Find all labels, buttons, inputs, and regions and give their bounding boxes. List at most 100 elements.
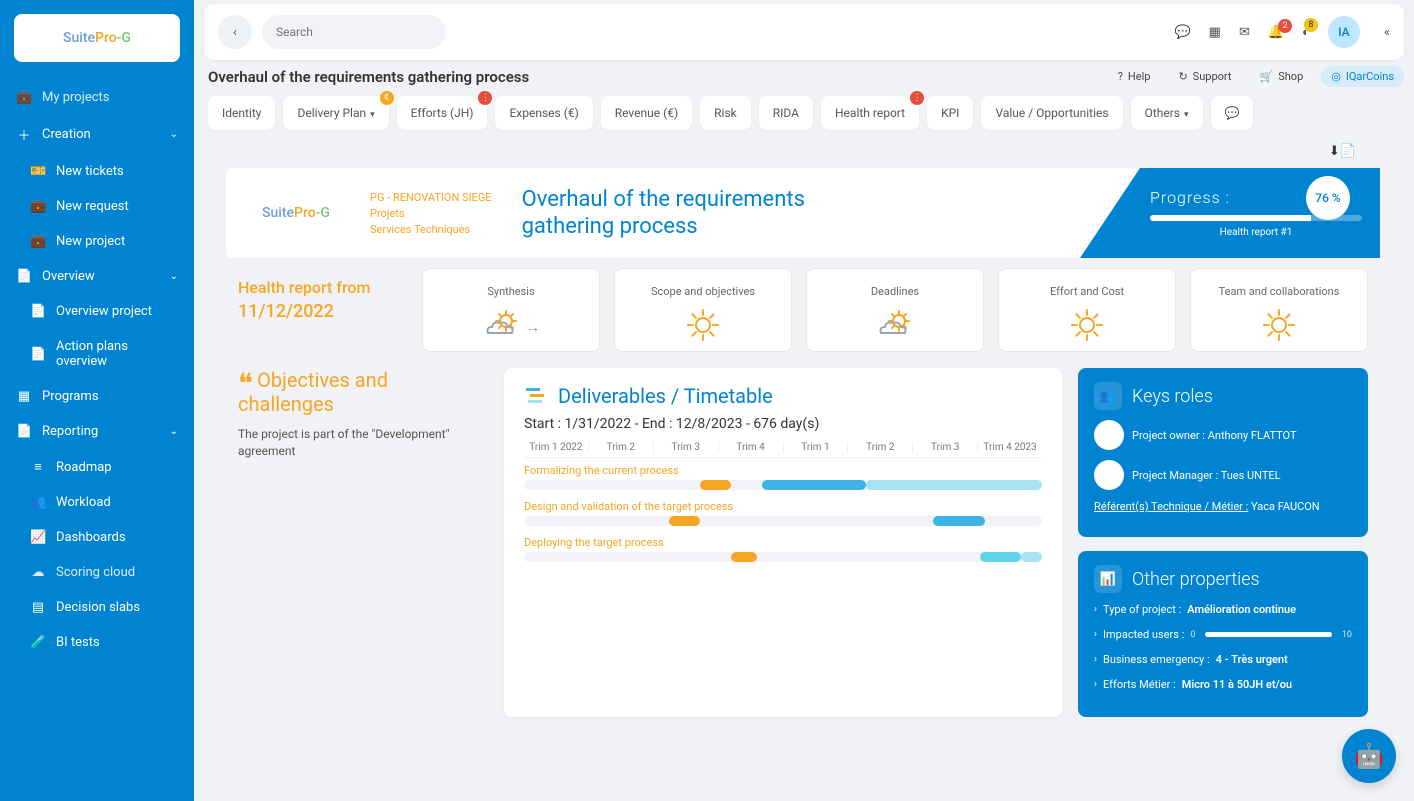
property-row: › Impacted users : 0 10 [1094, 628, 1352, 641]
property-row: › Efforts Métier : Micro 11 à 50JH et/ou [1094, 678, 1352, 691]
sidebar-item-decision-slabs[interactable]: ▤ Decision slabs [0, 590, 194, 625]
tab-expenses-[interactable]: Expenses (€) [495, 96, 592, 130]
health-card-scope-and-objectives[interactable]: Scope and objectives [614, 268, 792, 352]
sidebar-item-reporting[interactable]: 📄 Reporting ⌄ [0, 414, 194, 449]
sidebar-item-my-projects[interactable]: 💼 My projects [0, 80, 194, 115]
pending-icon[interactable]: ◐ 8 [1302, 24, 1310, 40]
tab-efforts-jh-[interactable]: Efforts (JH)⋮ [397, 96, 488, 130]
sun-icon [1069, 307, 1105, 347]
progress-percent: 76 % [1306, 176, 1350, 220]
role-avatar [1094, 460, 1124, 490]
chatbot-button[interactable]: 🤖 [1342, 729, 1396, 783]
plus-icon: ＋ [16, 125, 32, 144]
nav-label: Roadmap [56, 460, 112, 475]
tab-revenue-[interactable]: Revenue (€) [601, 96, 692, 130]
robot-icon: 🤖 [1354, 742, 1384, 770]
sidebar-item-bi-tests[interactable]: 🧪 BI tests [0, 625, 194, 660]
apps-icon[interactable]: ▦ [1209, 25, 1221, 40]
download-icon[interactable]: ⬇📄 [1329, 144, 1356, 159]
health-card-effort-and-cost[interactable]: Effort and Cost [998, 268, 1176, 352]
sidebar-item-overview-project[interactable]: 📄 Overview project [0, 294, 194, 329]
notifications-icon[interactable]: 🔔 2 [1268, 25, 1284, 40]
bars-icon: ≡ [30, 459, 46, 475]
other-properties-title: Other properties [1132, 569, 1260, 590]
topbar: ‹ 💬 ▦ ✉ 🔔 2 ◐ 8 IA « [204, 4, 1404, 60]
quarter-label: Trim 2 [848, 442, 913, 453]
tab-delivery-plan[interactable]: Delivery Plan▾€ [283, 96, 388, 130]
tab-label: Risk [714, 106, 737, 120]
health-card-label: Deadlines [871, 279, 919, 305]
deliverables-card: Deliverables / Timetable Start : 1/31/20… [504, 368, 1062, 717]
chat-icon[interactable]: 💬 [1174, 25, 1190, 40]
sun-icon [1261, 307, 1297, 347]
banner-meta-line: Projets [370, 207, 492, 220]
task-bar [524, 480, 1042, 490]
health-from-label: Health report from [238, 278, 408, 297]
user-avatar[interactable]: IA [1328, 16, 1360, 48]
sidebar-item-new-tickets[interactable]: 🎫 New tickets [0, 154, 194, 189]
health-card-team-and-collaborations[interactable]: Team and collaborations [1190, 268, 1368, 352]
sidebar-item-dashboards[interactable]: 📈 Dashboards [0, 520, 194, 555]
tab-kpi[interactable]: KPI [927, 96, 973, 130]
shop-button[interactable]: 🛒Shop [1250, 66, 1314, 87]
tab-others[interactable]: Others▾ [1131, 96, 1203, 130]
sidebar-item-overview[interactable]: 📄 Overview ⌄ [0, 259, 194, 294]
task-row: Design and validation of the target proc… [524, 500, 1042, 526]
task-bar [524, 552, 1042, 562]
cloud-icon: ☁ [30, 565, 46, 580]
banner-meta-line: Services Techniques [370, 223, 492, 236]
task-name: Design and validation of the target proc… [524, 500, 1042, 513]
support-button[interactable]: ↻Support [1168, 66, 1241, 87]
users-icon: 👥 [30, 495, 46, 510]
sidebar-item-new-project[interactable]: 💼 New project [0, 224, 194, 259]
sidebar-item-creation[interactable]: ＋ Creation ⌄ [0, 115, 194, 154]
sidebar-item-programs[interactable]: ▦ Programs [0, 379, 194, 414]
briefcase-icon: 💼 [16, 90, 32, 105]
table-icon: ▤ [30, 600, 46, 615]
tab-identity[interactable]: Identity [208, 96, 275, 130]
chevron-right-icon: › [1094, 679, 1097, 690]
deliverables-title: Deliverables / Timetable [558, 384, 773, 408]
plus-briefcase-icon: 💼 [30, 199, 46, 214]
chevron-down-icon: ⌄ [170, 271, 178, 282]
back-button[interactable]: ‹ [218, 15, 252, 49]
sidebar-item-roadmap[interactable]: ≡ Roadmap [0, 449, 194, 485]
health-card-synthesis[interactable]: Synthesis → [422, 268, 600, 352]
health-card-deadlines[interactable]: Deadlines [806, 268, 984, 352]
health-card-label: Effort and Cost [1050, 279, 1124, 305]
pill-icon: ◎ [1331, 70, 1341, 83]
nav-label: Workload [56, 495, 111, 510]
sidebar-item-scoring-cloud[interactable]: ☁ Scoring cloud [0, 555, 194, 590]
chevron-down-icon: ⌄ [170, 129, 178, 140]
sidebar-item-workload[interactable]: 👥 Workload [0, 485, 194, 520]
task-name: Deploying the target process [524, 536, 1042, 549]
help-button[interactable]: ?Help [1108, 66, 1161, 87]
tab-value-opportunities[interactable]: Value / Opportunities [981, 96, 1122, 130]
tab-health-report[interactable]: Health report⋮ [821, 96, 919, 130]
role-row: Project owner : Anthony FLATTOT [1094, 420, 1352, 450]
collapse-panel-button[interactable]: « [1384, 25, 1390, 40]
tab-rida[interactable]: RIDA [759, 96, 813, 130]
brand-logo[interactable]: SuitePro-G [14, 14, 180, 62]
progress-panel: 76 % Progress : Health report #1 [1080, 168, 1380, 258]
iqarcoins-button[interactable]: ◎ IQarCoins [1321, 66, 1404, 87]
sidebar-item-action-plans-overview[interactable]: 📄 Action plans overview [0, 329, 194, 379]
timetable-icon [524, 384, 548, 408]
arrow-right-icon: → [526, 319, 540, 336]
health-from-date: 11/12/2022 [238, 301, 408, 322]
mail-icon[interactable]: ✉ [1239, 25, 1250, 40]
impacted-users-slider[interactable] [1205, 632, 1332, 637]
health-report-caption: Health report #1 [1150, 227, 1362, 238]
banner-meta-line: PG - RENOVATION SIEGE [370, 191, 492, 204]
pill-label: IQarCoins [1346, 70, 1394, 83]
tab-risk[interactable]: Risk [700, 96, 751, 130]
role-referent-link[interactable]: Référent(s) Technique / Métier : [1094, 500, 1248, 513]
pill-icon: ? [1118, 70, 1123, 83]
role-avatar [1094, 420, 1124, 450]
search-input[interactable] [262, 15, 446, 49]
nav-label: Creation [42, 127, 91, 142]
chevron-right-icon: › [1094, 604, 1097, 615]
grid-icon: ▦ [16, 389, 32, 404]
tab--[interactable]: 💬 [1211, 96, 1254, 130]
sidebar-item-new-request[interactable]: 💼 New request [0, 189, 194, 224]
